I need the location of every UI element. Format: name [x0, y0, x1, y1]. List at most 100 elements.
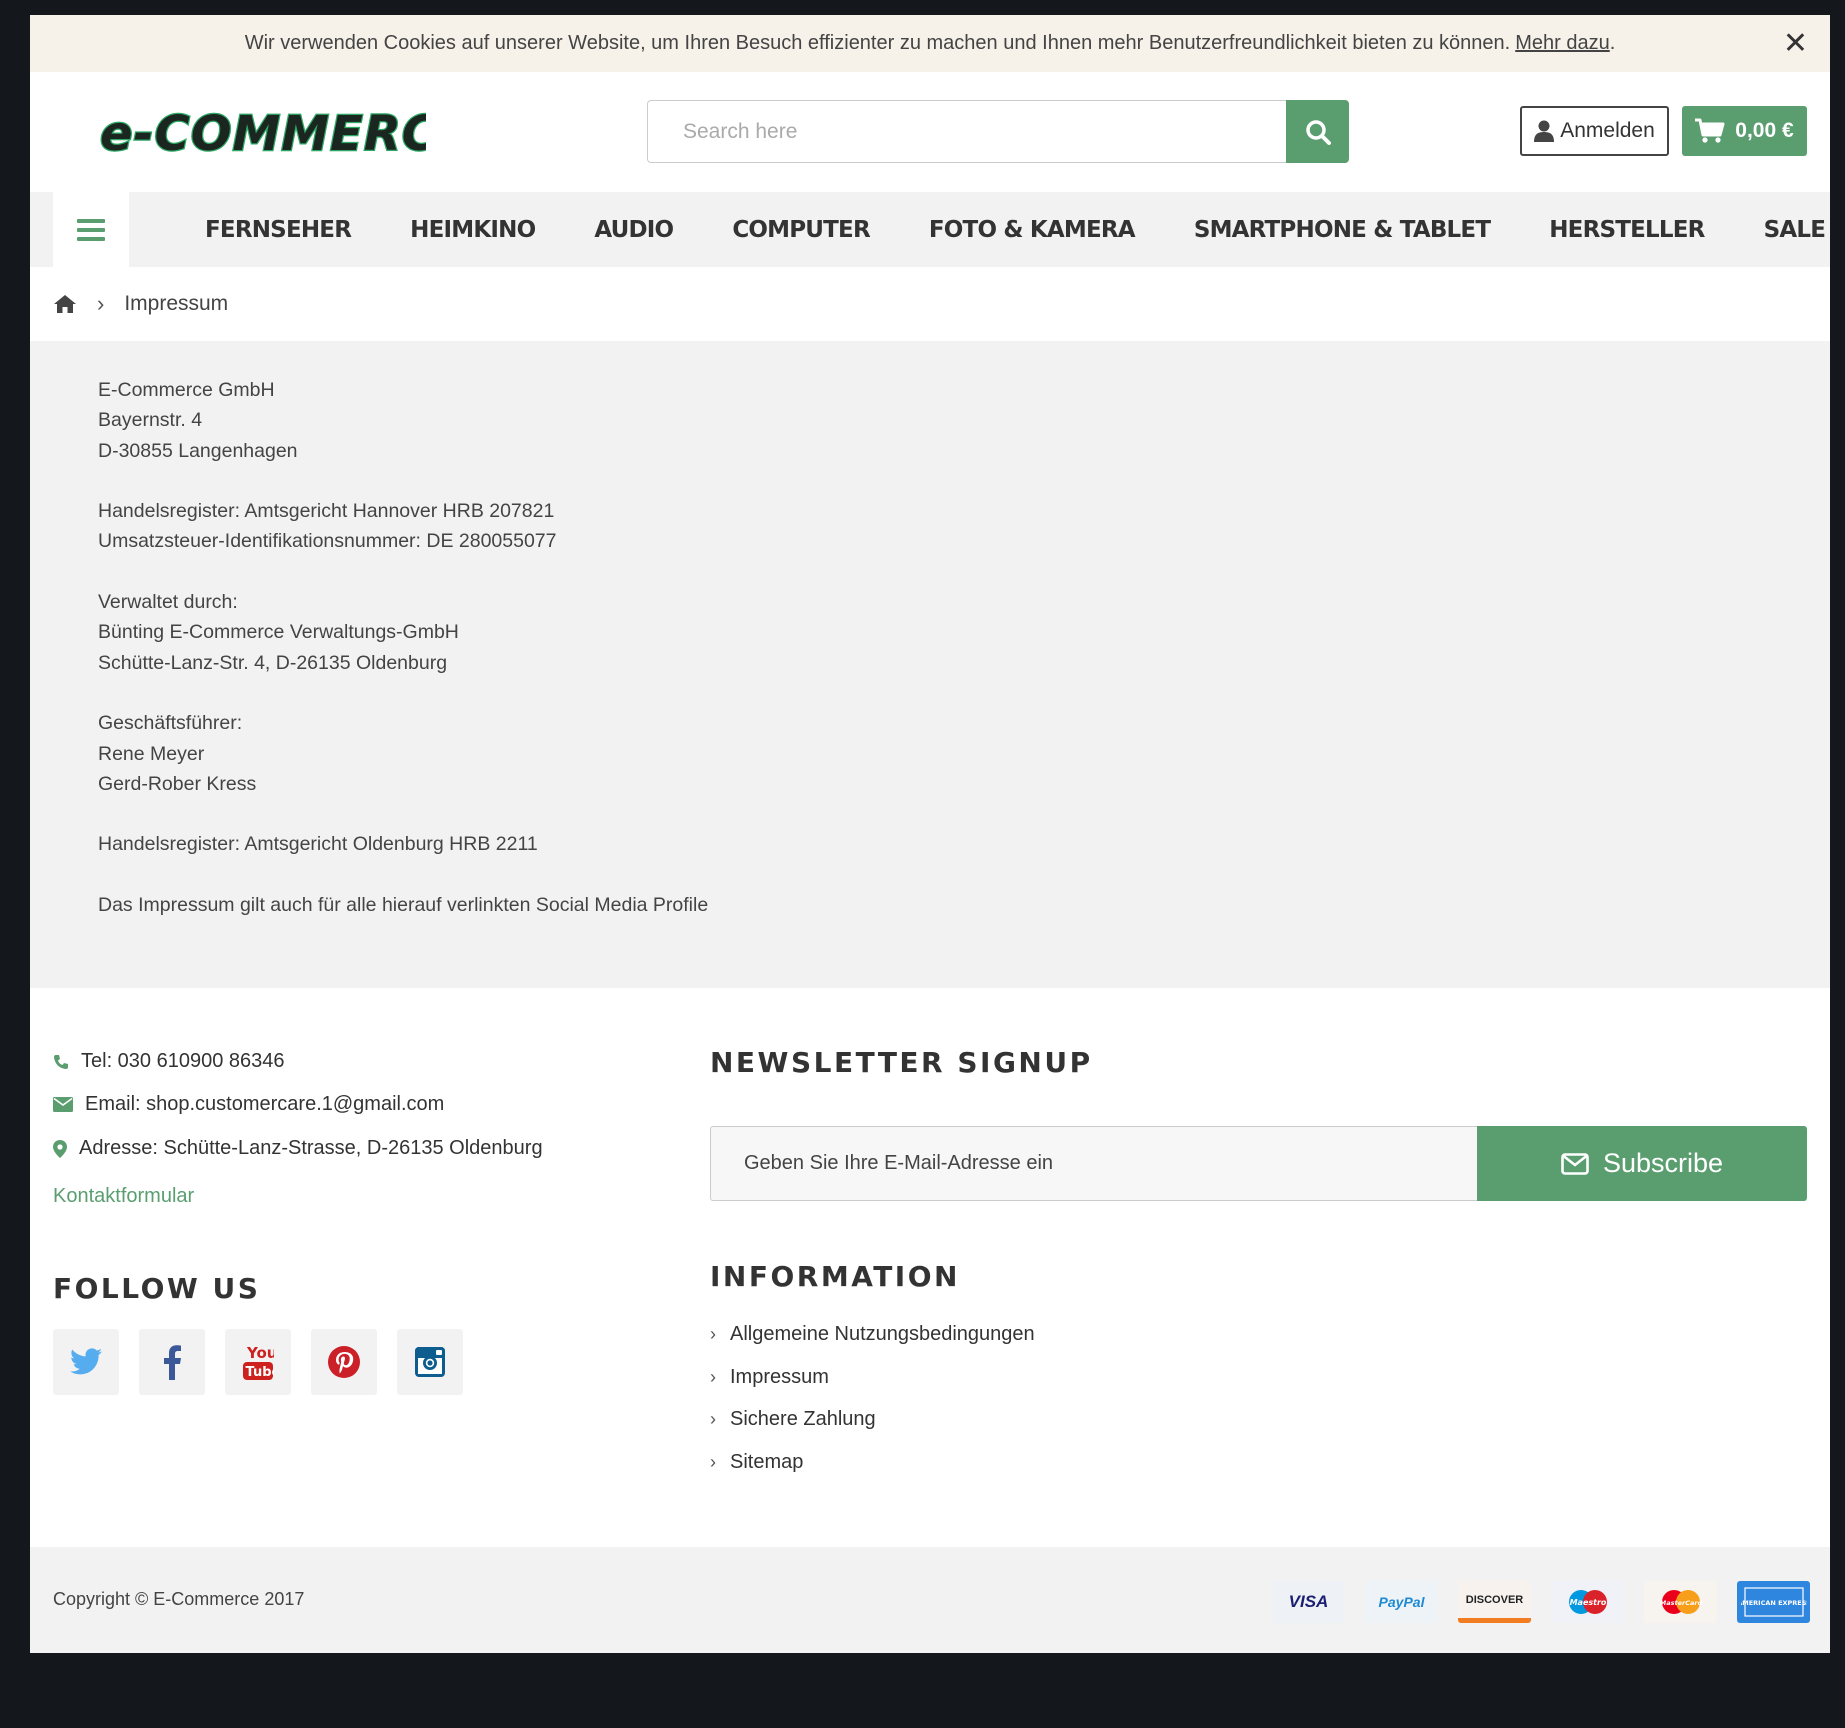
info-link-sichere-zahlung[interactable]: › Sichere Zahlung	[710, 1398, 1035, 1441]
mastercard-icon: MasterCard	[1644, 1581, 1717, 1623]
hamburger-icon	[77, 218, 105, 241]
content-line: Verwaltet durch:	[98, 591, 238, 614]
cart-total: 0,00 €	[1735, 119, 1794, 142]
content-line: Das Impressum gilt auch für alle hierauf…	[98, 894, 709, 917]
phone-icon	[54, 1054, 68, 1069]
youtube-icon: You Tube	[243, 1344, 275, 1380]
newsletter-form: Subscribe	[710, 1126, 1807, 1201]
facebook-icon	[164, 1345, 181, 1380]
content-line: Schütte-Lanz-Str. 4, D-26135 Oldenburg	[98, 651, 448, 674]
paypal-icon: PayPal	[1365, 1581, 1438, 1623]
cookie-more-link[interactable]: Mehr dazu	[1515, 32, 1610, 55]
nav-item-sale[interactable]: SALE	[1764, 217, 1826, 243]
information-title: INFORMATION	[710, 1260, 960, 1293]
content-gap	[98, 799, 1830, 829]
newsletter-email-input[interactable]	[710, 1126, 1477, 1201]
search-button[interactable]	[1286, 100, 1349, 163]
nav-item-computer[interactable]: COMPUTER	[732, 217, 870, 243]
svg-text:You: You	[246, 1344, 274, 1362]
footer-bottom-bar: Copyright © E-Commerce 2017 VISA PayPal …	[30, 1547, 1830, 1653]
map-marker-icon	[53, 1139, 67, 1158]
pinterest-icon	[328, 1346, 360, 1378]
content-gap	[98, 678, 1830, 708]
login-button[interactable]: Anmelden	[1520, 106, 1669, 156]
instagram-button[interactable]	[397, 1329, 463, 1395]
user-icon	[1534, 120, 1555, 142]
contact-address-text: Adresse: Schütte-Lanz-Strasse, D-26135 O…	[79, 1137, 543, 1159]
copyright: Copyright © E-Commerce 2017	[53, 1589, 305, 1609]
content-line: Handelsregister: Amtsgericht Oldenburg H…	[98, 833, 538, 856]
breadcrumb-current: Impressum	[124, 292, 229, 315]
chevron-right-icon: ›	[710, 1366, 716, 1387]
content-line: Geschäftsführer:	[98, 712, 243, 735]
cookie-text: Wir verwenden Cookies auf unserer Websit…	[244, 32, 1511, 54]
maestro-label: Maestro	[1569, 1598, 1606, 1607]
chevron-right-icon: ›	[710, 1323, 716, 1344]
social-links: You Tube	[53, 1329, 463, 1395]
nav-item-heimkino[interactable]: HEIMKINO	[410, 217, 536, 243]
cookie-banner: Wir verwenden Cookies auf unserer Websit…	[30, 15, 1830, 72]
content-line: Rene Meyer	[98, 742, 205, 765]
amex-label: AMERICAN EXPRESS	[1741, 1599, 1807, 1607]
site-header: e-COMMERCE Anmelden	[30, 72, 1830, 192]
payment-methods: VISA PayPal DISCOVER Maestro MasterCard	[1272, 1581, 1810, 1623]
content-line: E-Commerce GmbH	[98, 379, 275, 401]
menu-button[interactable]	[53, 192, 129, 267]
info-link-sitemap[interactable]: › Sitemap	[710, 1441, 1035, 1484]
facebook-button[interactable]	[139, 1329, 205, 1395]
cart-button[interactable]: 0,00 €	[1682, 106, 1807, 156]
content-line: Gerd-Rober Kress	[98, 772, 257, 795]
cart-icon	[1695, 118, 1725, 143]
info-link-label: Impressum	[730, 1365, 829, 1388]
main-nav: FERNSEHER HEIMKINO AUDIO COMPUTER FOTO &…	[30, 192, 1830, 267]
logo[interactable]: e-COMMERCE	[96, 102, 472, 164]
nav-item-smartphone-tablet[interactable]: SMARTPHONE & TABLET	[1194, 217, 1491, 243]
info-link-impressum[interactable]: › Impressum	[710, 1356, 1035, 1399]
site-footer: Tel: 030 610900 86346 Email: shop.custom…	[30, 988, 1830, 1548]
impressum-content: E-Commerce GmbH Bayernstr. 4 D-30855 Lan…	[30, 341, 1830, 988]
subscribe-button[interactable]: Subscribe	[1477, 1126, 1807, 1201]
content-gap	[98, 557, 1830, 587]
svg-text:Tube: Tube	[246, 1365, 275, 1380]
follow-us-title: FOLLOW US	[53, 1272, 261, 1305]
information-links: › Allgemeine Nutzungsbedingungen › Impre…	[710, 1313, 1035, 1484]
info-link-label: Allgemeine Nutzungsbedingungen	[730, 1322, 1035, 1345]
pinterest-button[interactable]	[311, 1329, 377, 1395]
search-bar	[647, 100, 1349, 163]
newsletter-title: NEWSLETTER SIGNUP	[710, 1046, 1093, 1079]
contact-address: Adresse: Schütte-Lanz-Strasse, D-26135 O…	[53, 1137, 543, 1160]
chevron-right-icon: ›	[97, 291, 105, 316]
logo-text: e-COMMERCE	[100, 106, 426, 162]
twitter-icon	[70, 1348, 102, 1375]
search-input[interactable]	[647, 100, 1286, 163]
nav-item-fernseher[interactable]: FERNSEHER	[205, 217, 352, 243]
youtube-button[interactable]: You Tube	[225, 1329, 291, 1395]
info-link-nutzungsbedingungen[interactable]: › Allgemeine Nutzungsbedingungen	[710, 1313, 1035, 1356]
mastercard-label: MasterCard	[1659, 1599, 1702, 1607]
contact-form-link[interactable]: Kontaktformular	[53, 1185, 194, 1208]
visa-icon: VISA	[1272, 1581, 1345, 1623]
nav-item-hersteller[interactable]: HERSTELLER	[1549, 217, 1705, 243]
nav-menu: FERNSEHER HEIMKINO AUDIO COMPUTER FOTO &…	[205, 192, 1826, 267]
twitter-button[interactable]	[53, 1329, 119, 1395]
close-icon[interactable]: ✕	[1783, 29, 1808, 59]
subscribe-label: Subscribe	[1602, 1148, 1724, 1178]
chevron-right-icon: ›	[710, 1409, 716, 1430]
content-line: Bünting E-Commerce Verwaltungs-GmbH	[98, 621, 459, 644]
content-line: D-30855 Langenhagen	[98, 439, 298, 462]
chevron-right-icon: ›	[710, 1451, 716, 1472]
content-line: Handelsregister: Amtsgericht Hannover HR…	[98, 500, 555, 523]
login-label: Anmelden	[1560, 119, 1655, 142]
contact-tel: Tel: 030 610900 86346	[53, 1050, 285, 1073]
nav-item-audio[interactable]: AUDIO	[594, 217, 674, 243]
contact-email: Email: shop.customercare.1@gmail.com	[53, 1093, 444, 1116]
contact-tel-text: Tel: 030 610900 86346	[81, 1050, 285, 1072]
home-icon[interactable]	[53, 294, 77, 314]
content-line: Bayernstr. 4	[98, 409, 203, 432]
cookie-text-suffix: .	[1609, 32, 1616, 54]
envelope-icon	[53, 1097, 73, 1112]
nav-item-foto-kamera[interactable]: FOTO & KAMERA	[929, 217, 1136, 243]
content-gap	[98, 466, 1830, 496]
breadcrumb: › Impressum	[30, 267, 1830, 341]
discover-icon: DISCOVER	[1458, 1581, 1531, 1623]
